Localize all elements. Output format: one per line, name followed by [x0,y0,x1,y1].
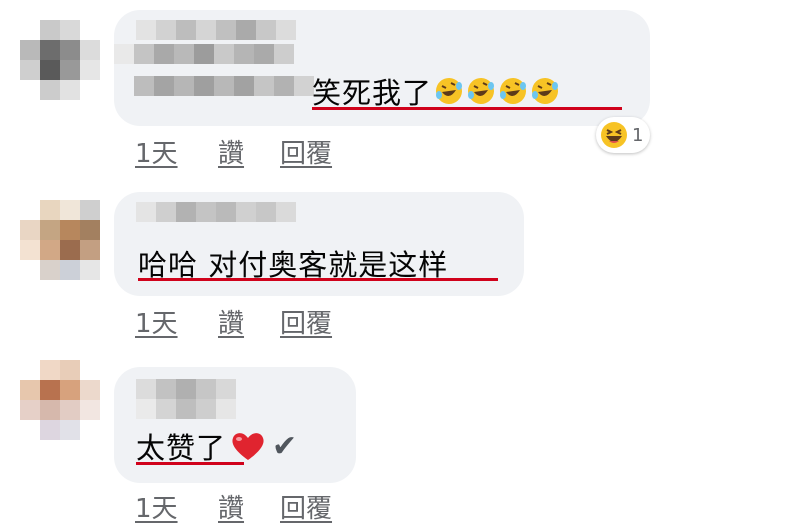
comment-bubble: 哈哈 对付奥客就是这样 [114,192,524,296]
reaction-count: 1 [632,124,644,146]
rofl-emoji [436,78,463,104]
rofl-emoji [468,78,495,104]
comment-actions: 1天 讚 回覆 [135,303,332,340]
like-link[interactable]: 讚 [218,133,280,170]
comment-text-label: 笑死我了 [312,76,433,110]
blurred-username [136,202,296,222]
reply-link[interactable]: 回覆 [280,488,332,525]
timestamp-link[interactable]: 1天 [135,133,218,170]
comment-text-label: 太赞了 [136,431,227,465]
blurred-text [134,76,314,96]
laughing-face-icon [601,122,627,148]
timestamp-link[interactable]: 1天 [135,488,218,525]
reply-link[interactable]: 回覆 [280,133,332,170]
comment-bubble: 笑死我了 [114,10,650,126]
red-underline [312,107,622,110]
rofl-emoji [500,78,527,104]
comment-text: 太赞了 ✔ [136,425,298,467]
rofl-emoji [532,78,559,104]
like-link[interactable]: 讚 [218,303,280,340]
avatar[interactable] [20,200,100,280]
timestamp-link[interactable]: 1天 [135,303,218,340]
red-heart-emoji [232,433,264,460]
red-underline [138,278,498,281]
reaction-badge[interactable]: 1 [596,117,650,153]
red-underline [136,462,244,465]
like-link[interactable]: 讚 [218,488,280,525]
blurred-username-line2 [114,44,294,64]
comment-actions: 1天 讚 回覆 [135,488,332,525]
check-mark-emoji: ✔ [272,428,299,464]
avatar[interactable] [20,360,100,440]
blurred-username-line2 [136,399,236,419]
comment-bubble: 太赞了 ✔ [114,367,356,483]
reply-link[interactable]: 回覆 [280,303,332,340]
comment-text: 笑死我了 [312,70,560,112]
comment-actions: 1天 讚 回覆 [135,133,332,170]
avatar[interactable] [20,20,100,100]
blurred-username [136,379,236,399]
blurred-username [136,20,296,40]
